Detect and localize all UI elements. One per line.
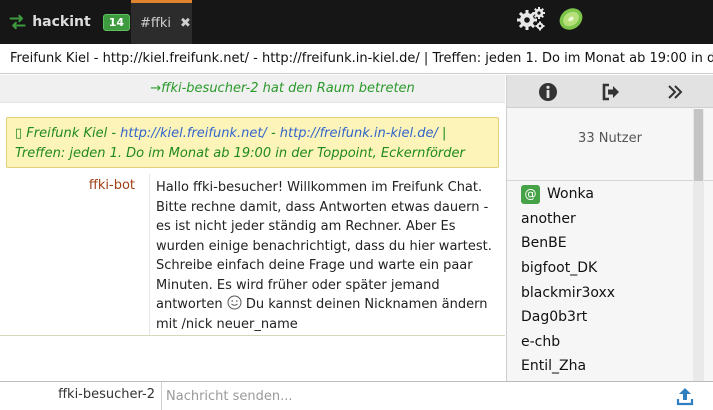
operator-badge: @ bbox=[521, 184, 540, 204]
user-name: Dag0b3rt bbox=[521, 309, 588, 326]
user-item[interactable]: Entil_Zha bbox=[507, 354, 693, 379]
user-item[interactable]: Dag0b3rt bbox=[507, 305, 693, 330]
channel-topic: Freifunk Kiel - http://kiel.freifunk.net… bbox=[0, 45, 713, 74]
smiley-icon bbox=[227, 295, 242, 310]
user-item[interactable]: @ Wonka bbox=[507, 182, 693, 207]
channel-name: #ffki bbox=[140, 16, 171, 31]
double-chevron-right-icon[interactable] bbox=[663, 80, 687, 104]
topic-notice-prefix: ▯ Freifunk Kiel - bbox=[15, 126, 121, 141]
kiwi-logo-icon[interactable] bbox=[555, 4, 587, 32]
arrows-swap-icon bbox=[9, 14, 26, 30]
user-item[interactable]: BenBE bbox=[507, 231, 693, 256]
user-name: Wonka bbox=[547, 186, 594, 203]
message-row: ffki-bot Hallo ffki-besucher! Willkommen… bbox=[0, 174, 505, 336]
member-sidebar: 33 Nutzer @ Wonka another BenBE bigfoot_… bbox=[506, 75, 713, 399]
user-name: BenBE bbox=[521, 235, 567, 252]
user-list: @ Wonka another BenBE bigfoot_DK blackmi… bbox=[507, 182, 693, 403]
user-name: e-chb bbox=[521, 333, 561, 350]
tab-bar: hackint 14 #ffki ✖ bbox=[0, 0, 713, 44]
user-list-scrollbar[interactable] bbox=[693, 109, 704, 381]
current-nick[interactable]: ffki-besucher-2 bbox=[0, 382, 162, 410]
info-icon[interactable] bbox=[536, 80, 560, 104]
topic-notice: ▯ Freifunk Kiel - http://kiel.freifunk.n… bbox=[6, 117, 499, 168]
user-item[interactable]: blackmir3oxx bbox=[507, 280, 693, 305]
scrollbar-thumb[interactable] bbox=[694, 109, 703, 181]
user-name: blackmir3oxx bbox=[521, 284, 616, 301]
user-item[interactable]: bigfoot_DK bbox=[507, 256, 693, 281]
join-notice: →ffki-besucher-2 hat den Raum betreten bbox=[0, 75, 505, 103]
network-name: hackint bbox=[32, 14, 91, 30]
topic-link-freifunk-in-kiel[interactable]: http://freifunk.in-kiel.de/ bbox=[280, 126, 438, 141]
unread-badge: 14 bbox=[102, 13, 130, 31]
user-count: 33 Nutzer bbox=[507, 108, 713, 181]
user-item[interactable]: e-chb bbox=[507, 330, 693, 355]
tab-channel-ffki[interactable]: #ffki ✖ bbox=[131, 0, 192, 44]
close-icon[interactable]: ✖ bbox=[180, 16, 191, 31]
nick-divider bbox=[149, 174, 150, 335]
message-input[interactable] bbox=[166, 384, 666, 408]
upload-icon[interactable] bbox=[676, 386, 694, 406]
input-bar: ffki-besucher-2 bbox=[0, 381, 713, 410]
gear-icon[interactable] bbox=[515, 5, 547, 33]
network-tab-hackint[interactable]: hackint 14 bbox=[0, 0, 130, 44]
topic-link-kiel-freifunk[interactable]: http://kiel.freifunk.net/ bbox=[120, 126, 267, 141]
message-text: Hallo ffki-besucher! Willkommen im Freif… bbox=[156, 178, 501, 334]
user-name: another bbox=[521, 210, 576, 227]
user-item[interactable]: another bbox=[507, 207, 693, 232]
sidebar-toolbar bbox=[507, 75, 713, 108]
message-text-part1: Hallo ffki-besucher! Willkommen im Freif… bbox=[156, 180, 492, 312]
sign-out-icon[interactable] bbox=[599, 80, 623, 104]
topic-notice-separator: - bbox=[266, 126, 280, 141]
user-name: bigfoot_DK bbox=[521, 260, 598, 277]
message-nick[interactable]: ffki-bot bbox=[89, 178, 135, 193]
message-list: →ffki-besucher-2 hat den Raum betreten ▯… bbox=[0, 75, 505, 381]
user-name: Entil_Zha bbox=[521, 358, 587, 375]
